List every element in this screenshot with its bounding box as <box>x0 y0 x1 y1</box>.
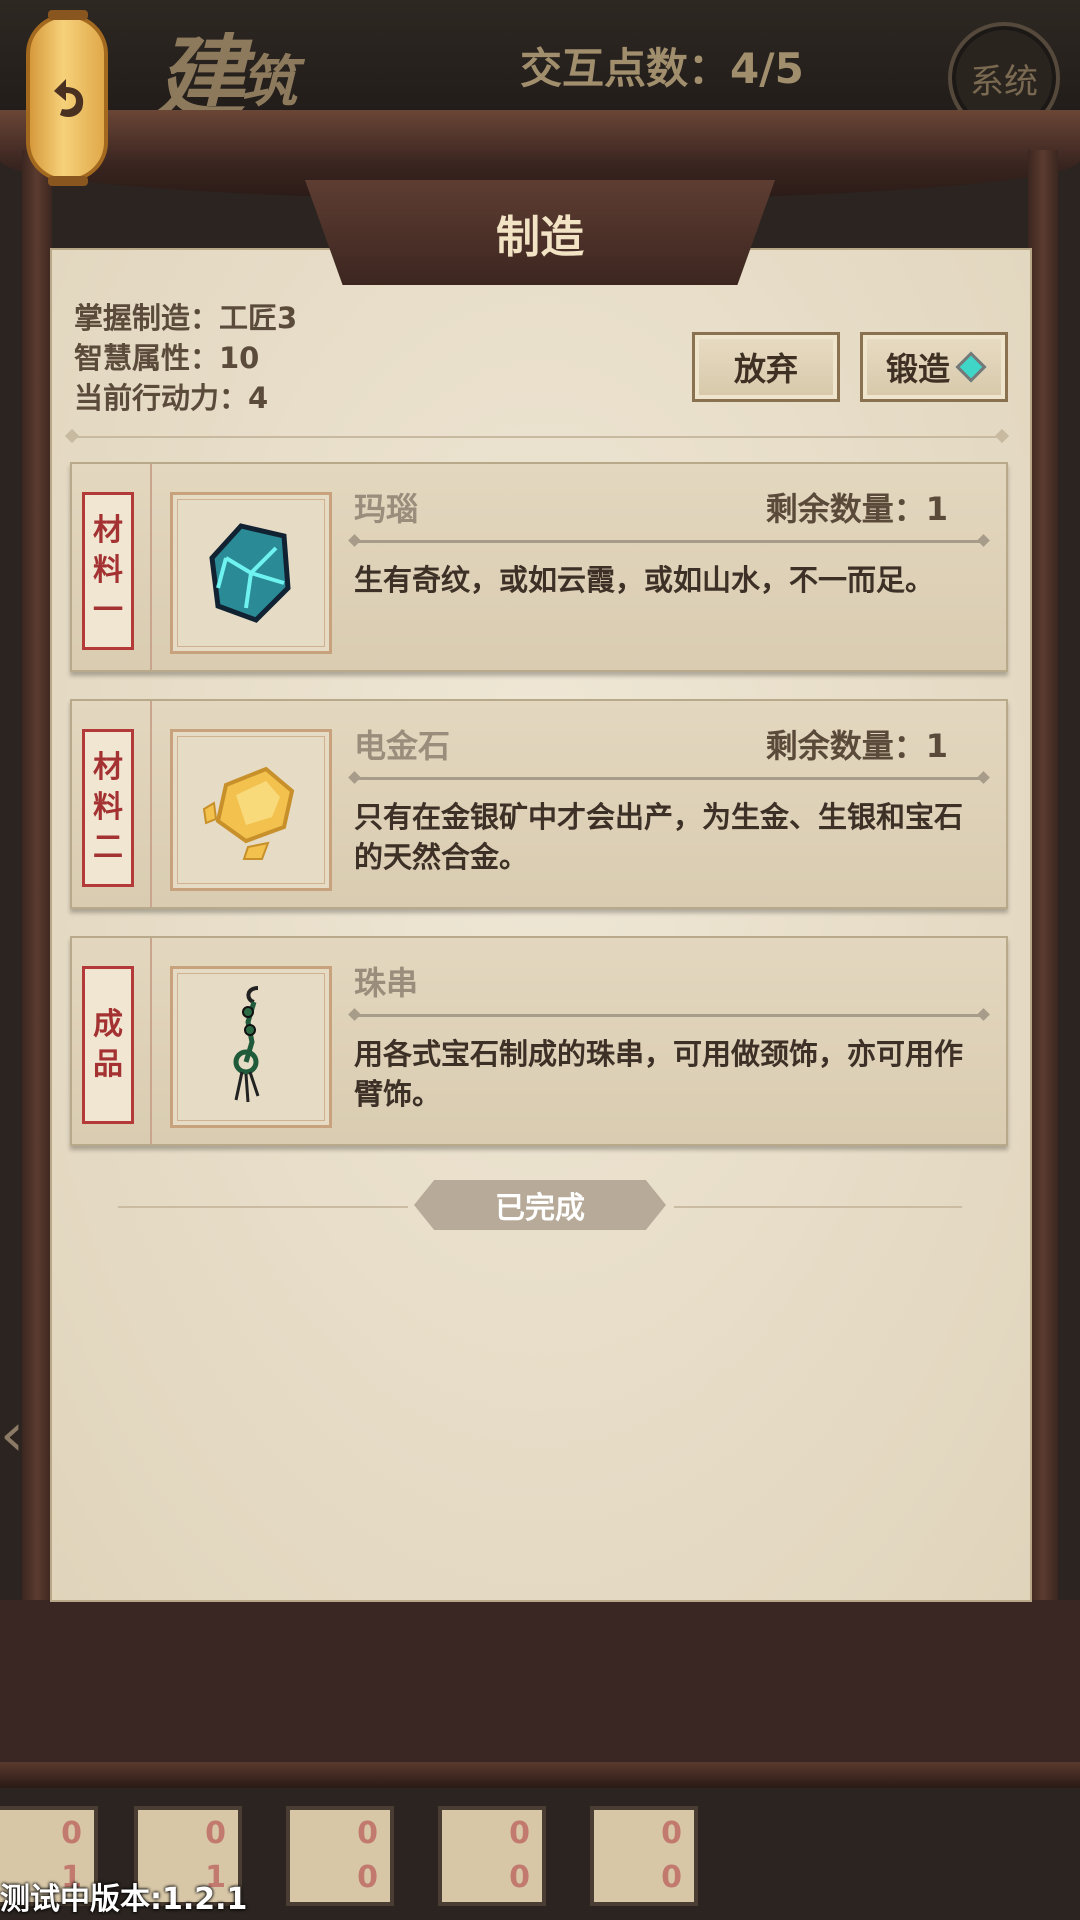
panel-title-plate: 制造 <box>305 180 775 285</box>
forge-button-label: 锻造 <box>885 350 950 388</box>
slot-count-top: 0 <box>61 1816 82 1851</box>
left-pillar <box>22 150 52 1770</box>
item-icon-frame[interactable] <box>170 492 332 654</box>
crafting-stats: 掌握制造：工匠3 智慧属性：10 当前行动力：4 <box>74 298 297 418</box>
product-tag: 成 品 <box>82 966 134 1124</box>
tag-char: 材 <box>93 750 123 785</box>
slot-count-bottom: 0 <box>661 1860 682 1895</box>
item-quantity: 剩余数量：1 <box>765 727 948 765</box>
status-row: 已完成 <box>118 1180 962 1234</box>
slot-count-top: 0 <box>509 1816 530 1851</box>
item-divider <box>354 540 984 543</box>
status-line-right <box>674 1206 962 1208</box>
villager-slot[interactable]: 0 0 <box>438 1806 546 1906</box>
slot-count-top: 0 <box>661 1816 682 1851</box>
item-name: 珠串 <box>354 964 419 1002</box>
bead-string-icon <box>233 986 260 1103</box>
tag-char: 成 <box>93 1007 123 1042</box>
item-icon-frame[interactable] <box>170 966 332 1128</box>
mastery-stat: 掌握制造：工匠3 <box>74 301 298 335</box>
action-points-stat: 当前行动力：4 <box>74 381 269 415</box>
crafting-panel <box>52 250 1030 1600</box>
item-divider <box>354 777 984 780</box>
electrum-ore-icon <box>202 766 295 860</box>
panel-base <box>0 1600 1080 1770</box>
material-tag: 材 料 一 <box>82 492 134 650</box>
abandon-button[interactable]: 放弃 <box>692 332 840 402</box>
back-arrow-icon <box>54 79 84 117</box>
scroll-left-icon[interactable]: ‹ <box>0 1400 28 1480</box>
item-divider <box>354 1014 984 1017</box>
status-badge: 已完成 <box>414 1180 666 1230</box>
item-name: 电金石 <box>354 727 451 765</box>
version-label: 测试中版本:1.2.1 <box>0 1882 248 1917</box>
right-pillar <box>1028 150 1058 1770</box>
interaction-points: 交互点数：4/5 <box>520 44 804 93</box>
item-description: 用各式宝石制成的珠串，可用做颈饰，亦可用作臂饰。 <box>354 1037 964 1111</box>
item-name: 玛瑙 <box>354 490 419 528</box>
tag-char: 料 <box>93 553 123 588</box>
agate-gem-icon <box>209 523 291 623</box>
villager-slot[interactable]: 0 0 <box>590 1806 698 1906</box>
item-description: 只有在金银矿中才会出产，为生金、生银和宝石的天然合金。 <box>354 800 964 874</box>
item-quantity: 剩余数量：1 <box>765 490 948 528</box>
slot-count-top: 0 <box>205 1816 226 1851</box>
tag-char: 一 <box>93 593 123 628</box>
tag-char: 品 <box>93 1047 123 1082</box>
slot-count-bottom: 0 <box>509 1860 530 1895</box>
panel-title: 制造 <box>496 211 584 263</box>
divider <box>72 436 1002 438</box>
material-card-2[interactable]: 材 料 二 电金石 剩余数量：1 只有在金银矿中才会出产，为生金、生银和宝石的天… <box>70 699 1008 909</box>
villager-slot[interactable]: 0 0 <box>286 1806 394 1906</box>
item-icon-frame[interactable] <box>170 729 332 891</box>
tag-char: 料 <box>93 790 123 825</box>
product-card[interactable]: 成 品 珠串 用各式宝石制成的珠串，可用做颈饰，亦可用作臂饰。 <box>70 936 1008 1146</box>
forge-button[interactable]: 锻造 <box>860 332 1008 402</box>
diamond-gem-icon <box>955 351 987 383</box>
bottom-rail <box>0 1762 1080 1788</box>
tag-char: 材 <box>93 513 123 548</box>
abandon-button-label: 放弃 <box>733 350 798 388</box>
wisdom-stat: 智慧属性：10 <box>74 341 260 375</box>
material-card-1[interactable]: 材 料 一 玛瑙 剩余数量：1 生有奇纹，或如云霞，或如山水，不一而足。 <box>70 462 1008 672</box>
section-title-sub: 筑 <box>241 49 297 115</box>
status-line-left <box>118 1206 408 1208</box>
material-tag: 材 料 二 <box>82 729 134 887</box>
slot-count-top: 0 <box>357 1816 378 1851</box>
item-description: 生有奇纹，或如云霞，或如山水，不一而足。 <box>354 563 935 597</box>
slot-count-bottom: 0 <box>357 1860 378 1895</box>
tag-char: 二 <box>93 830 123 865</box>
back-button[interactable] <box>26 10 108 186</box>
